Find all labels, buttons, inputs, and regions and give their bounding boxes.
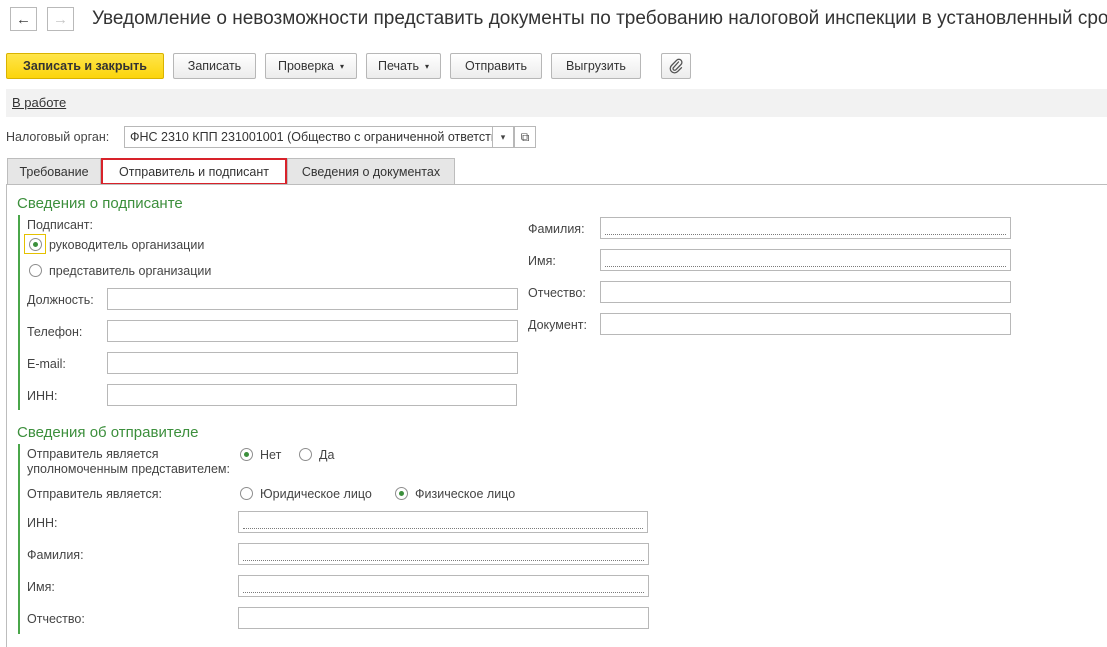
paperclip-icon: [669, 58, 683, 74]
panel-left-border: [6, 184, 7, 647]
status-link[interactable]: В работе: [12, 95, 66, 110]
signer-radio-head[interactable]: [29, 238, 42, 251]
print-button-label: Печать: [378, 59, 419, 73]
signer-lastname-input[interactable]: [600, 217, 1011, 239]
signer-patronymic-label: Отчество:: [528, 286, 586, 300]
signer-option-head[interactable]: руководитель организации: [49, 238, 204, 252]
signer-firstname-input[interactable]: [600, 249, 1011, 271]
chevron-down-icon: ▾: [424, 61, 429, 71]
tax-org-dropdown-button[interactable]: ▾: [492, 126, 514, 148]
send-button[interactable]: Отправить: [450, 53, 542, 79]
forward-button[interactable]: →: [47, 7, 74, 31]
signer-lastname-label: Фамилия:: [528, 222, 585, 236]
print-button[interactable]: Печать ▾: [366, 53, 441, 79]
export-button[interactable]: Выгрузить: [551, 53, 641, 79]
signer-group-title: Сведения о подписанте: [17, 195, 183, 212]
open-window-icon: ⧉: [520, 129, 530, 144]
tax-org-label: Налоговый орган:: [6, 130, 110, 144]
sender-authorized-label-line1: Отправитель является: [27, 447, 159, 461]
signer-patronymic-input[interactable]: [600, 281, 1011, 303]
sender-lastname-input[interactable]: [238, 543, 649, 565]
authorized-option-yes[interactable]: Да: [319, 448, 334, 462]
signer-group-bar: [18, 215, 20, 410]
tab-documents[interactable]: Сведения о документах: [287, 158, 455, 184]
position-label: Должность:: [27, 293, 94, 307]
sender-authorized-label-line2: уполномоченным представителем:: [27, 462, 230, 476]
save-and-close-button[interactable]: Записать и закрыть: [6, 53, 164, 79]
tax-org-open-button[interactable]: ⧉: [514, 126, 536, 148]
signer-inn-input[interactable]: [107, 384, 517, 406]
save-button[interactable]: Записать: [173, 53, 256, 79]
sender-firstname-input[interactable]: [238, 575, 649, 597]
check-button-label: Проверка: [277, 59, 334, 73]
phone-input[interactable]: [107, 320, 518, 342]
sender-firstname-label: Имя:: [27, 580, 55, 594]
email-label: E-mail:: [27, 357, 66, 371]
sender-type-label: Отправитель является:: [27, 487, 162, 501]
signer-firstname-label: Имя:: [528, 254, 556, 268]
arrow-right-icon: →: [53, 10, 68, 28]
arrow-left-icon: ←: [16, 10, 31, 28]
chevron-down-icon: ▾: [500, 131, 506, 142]
tax-org-field[interactable]: ФНС 2310 КПП 231001001 (Общество с огран…: [124, 126, 511, 148]
phone-label: Телефон:: [27, 325, 83, 339]
signer-document-input[interactable]: [600, 313, 1011, 335]
sender-type-radio-individual[interactable]: [395, 487, 408, 500]
authorized-radio-no[interactable]: [240, 448, 253, 461]
sender-type-option-individual[interactable]: Физическое лицо: [415, 487, 515, 501]
status-strip: В работе: [6, 89, 1107, 117]
tab-divider: [6, 184, 1107, 185]
position-input[interactable]: [107, 288, 518, 310]
sender-group-title: Сведения об отправителе: [17, 424, 199, 441]
sender-type-option-legal[interactable]: Юридическое лицо: [260, 487, 372, 501]
tab-requirement[interactable]: Требование: [7, 158, 101, 184]
signer-radio-representative[interactable]: [29, 264, 42, 277]
sender-inn-input[interactable]: [238, 511, 648, 533]
sender-patronymic-label: Отчество:: [27, 612, 85, 626]
signer-label: Подписант:: [27, 218, 94, 232]
authorized-radio-yes[interactable]: [299, 448, 312, 461]
chevron-down-icon: ▾: [339, 61, 344, 71]
tab-sender-signer[interactable]: Отправитель и подписант: [101, 158, 287, 185]
attach-button[interactable]: [661, 53, 691, 79]
sender-group-bar: [18, 444, 20, 634]
back-button[interactable]: ←: [10, 7, 37, 31]
signer-document-label: Документ:: [528, 318, 587, 332]
signer-option-representative[interactable]: представитель организации: [49, 264, 211, 278]
sender-inn-label: ИНН:: [27, 516, 58, 530]
page-title: Уведомление о невозможности представить …: [92, 8, 1107, 29]
sender-lastname-label: Фамилия:: [27, 548, 84, 562]
signer-inn-label: ИНН:: [27, 389, 58, 403]
authorized-option-no[interactable]: Нет: [260, 448, 281, 462]
check-button[interactable]: Проверка ▾: [265, 53, 357, 79]
sender-patronymic-input[interactable]: [238, 607, 649, 629]
email-input[interactable]: [107, 352, 518, 374]
sender-type-radio-legal[interactable]: [240, 487, 253, 500]
